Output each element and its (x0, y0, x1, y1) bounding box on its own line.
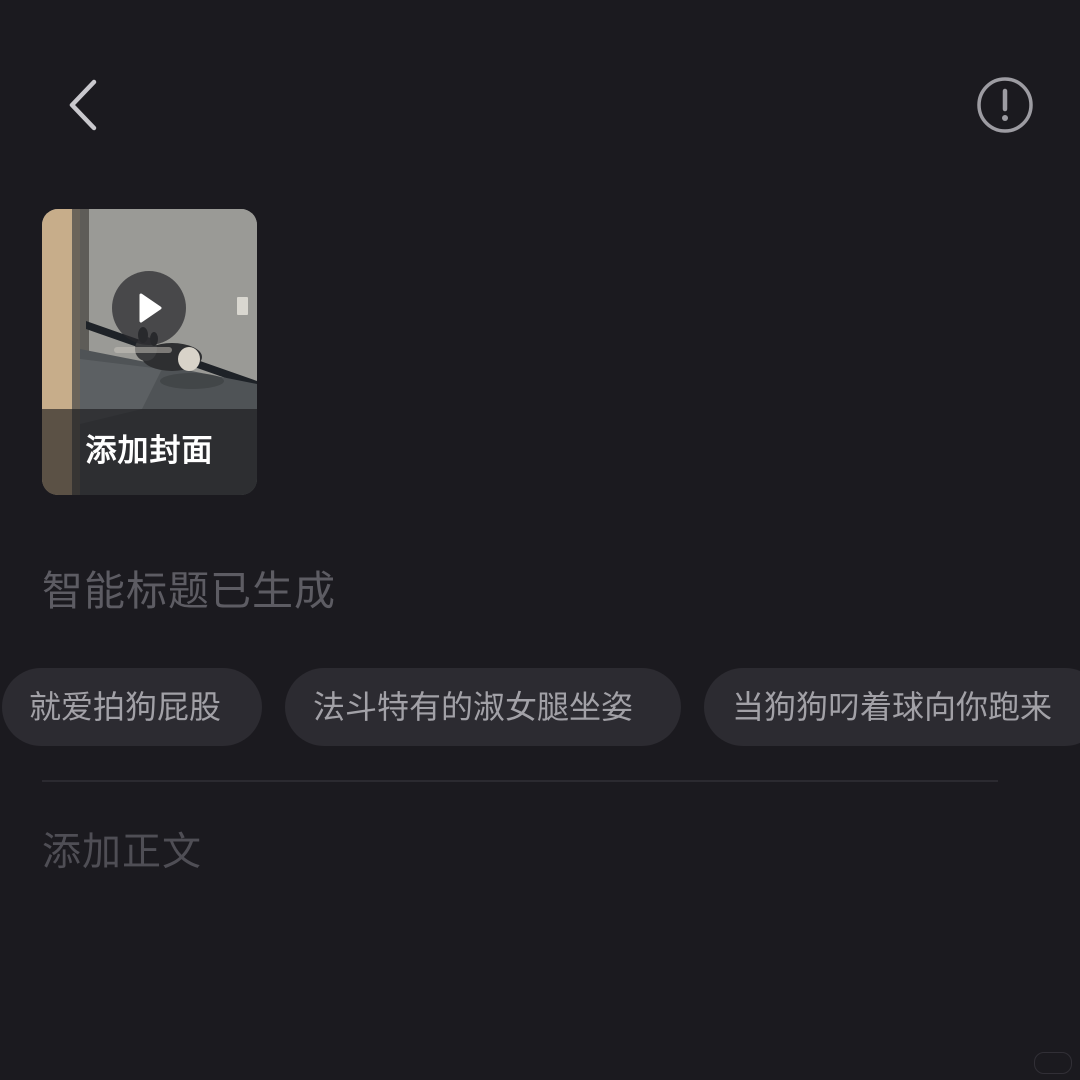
title-suggestion-chip[interactable]: 法斗特有的淑女腿坐姿 (285, 668, 681, 746)
back-button[interactable] (56, 70, 112, 140)
watermark-logo (1034, 1052, 1072, 1074)
title-suggestion-chip[interactable]: 当狗狗叼着球向你跑来 (704, 668, 1080, 746)
add-cover-label: 添加封面 (85, 433, 214, 469)
title-input[interactable]: 智能标题已生成 (42, 564, 336, 618)
post-editor-screen: 添加封面 智能标题已生成 就爱拍狗屁股 法斗特有的淑女腿坐姿 当狗狗叼着球向你跑… (0, 0, 1080, 1080)
title-suggestion-chip[interactable]: 就爱拍狗屁股 (2, 668, 262, 746)
video-cover-thumbnail[interactable]: 添加封面 (42, 209, 257, 495)
chevron-left-icon (69, 79, 97, 131)
info-button[interactable] (974, 74, 1036, 136)
divider (42, 780, 998, 782)
body-text-input[interactable]: 添加正文 (42, 826, 202, 880)
play-button[interactable] (112, 271, 186, 345)
exclamation-circle-icon (977, 77, 1033, 133)
play-icon (139, 293, 162, 323)
